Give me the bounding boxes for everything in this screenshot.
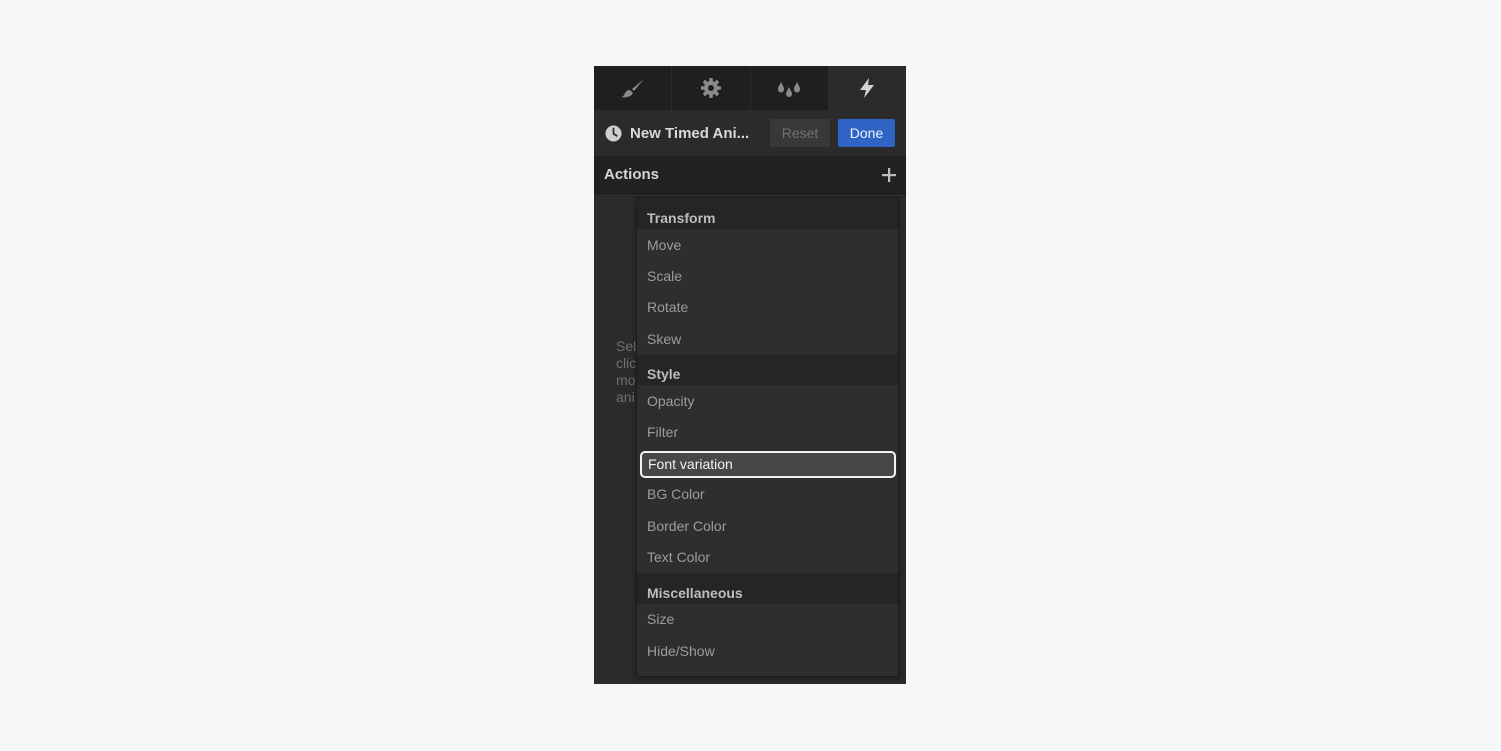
menu-item-font-variation[interactable]: Font variation — [640, 450, 896, 478]
animation-title[interactable]: New Timed Ani... — [630, 125, 770, 142]
clock-icon — [605, 125, 622, 141]
menu-item-bg-color[interactable]: BG Color — [637, 479, 898, 510]
menu-item-text-color[interactable]: Text Color — [637, 541, 898, 572]
gear-icon — [700, 78, 721, 98]
menu-item-scale[interactable]: Scale — [637, 260, 898, 291]
menu-item-hide-show[interactable]: Hide/Show — [637, 635, 898, 666]
menu-item-opacity[interactable]: Opacity — [637, 385, 898, 416]
group-title-miscellaneous: Miscellaneous — [637, 572, 898, 604]
menu-item-move[interactable]: Move — [637, 229, 898, 260]
menu-item-skew[interactable]: Skew — [637, 323, 898, 354]
tab-interactions[interactable] — [828, 66, 906, 110]
actions-label: Actions — [604, 166, 660, 183]
group-title-style: Style — [637, 354, 898, 386]
menu-item-size[interactable]: Size — [637, 604, 898, 635]
tab-style[interactable] — [594, 66, 673, 110]
done-button[interactable]: Done — [838, 119, 895, 147]
menu-item-rotate[interactable]: Rotate — [637, 292, 898, 323]
animation-header: New Timed Ani... Reset Done — [594, 110, 906, 156]
plus-icon[interactable] — [882, 167, 896, 182]
actions-section-header: Actions — [594, 156, 906, 194]
menu-item-filter[interactable]: Filter — [637, 416, 898, 447]
menu-item-border-color[interactable]: Border Color — [637, 510, 898, 541]
brush-icon — [620, 79, 644, 98]
action-type-dropdown: Transform Move Scale Rotate Skew Style O… — [636, 197, 899, 677]
reset-button[interactable]: Reset — [770, 119, 830, 147]
drops-icon — [778, 82, 801, 97]
group-title-transform: Transform — [637, 198, 898, 229]
tab-settings[interactable] — [672, 66, 751, 110]
interactions-panel: New Timed Ani... Reset Done Actions Sel … — [594, 66, 906, 684]
panel-tabs — [594, 66, 906, 110]
lightning-icon — [860, 78, 875, 98]
tab-style-manager[interactable] — [751, 66, 829, 110]
